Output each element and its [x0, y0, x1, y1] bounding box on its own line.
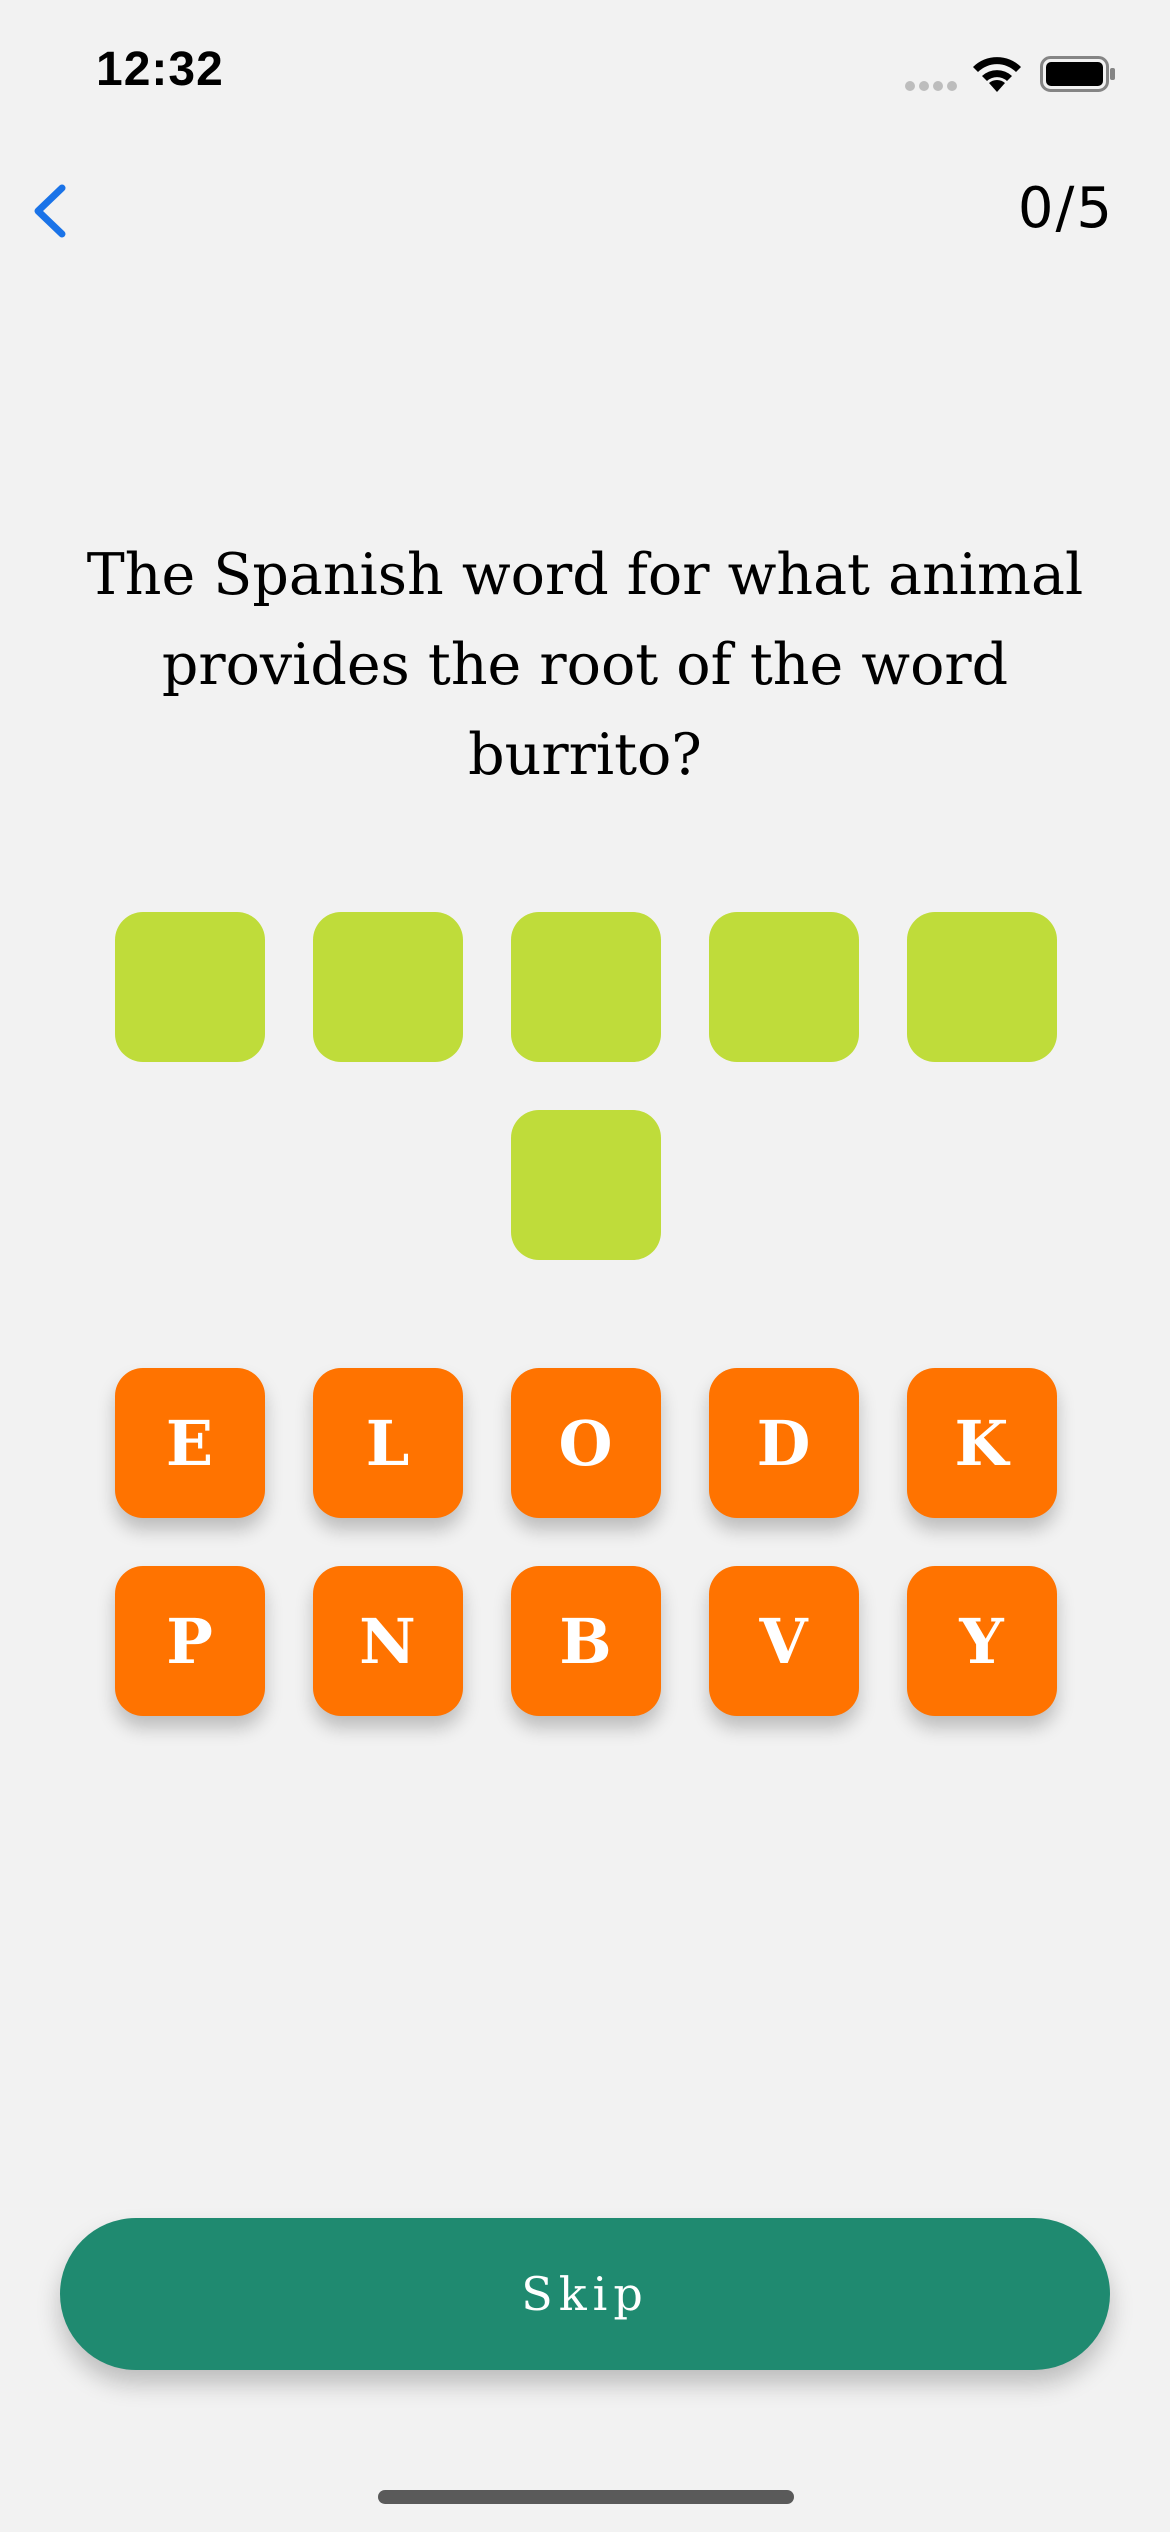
- home-indicator[interactable]: [378, 2490, 794, 2504]
- status-time: 12:32: [96, 43, 224, 96]
- letter-tile-n[interactable]: N: [312, 1566, 463, 1716]
- status-bar: 12:32: [0, 0, 1170, 150]
- letter-tile-d[interactable]: D: [708, 1368, 859, 1518]
- wifi-icon: [973, 57, 1021, 92]
- letter-tile-l[interactable]: L: [312, 1368, 463, 1518]
- letter-tile-b[interactable]: B: [510, 1566, 661, 1716]
- answer-slot[interactable]: [906, 912, 1057, 1062]
- letter-tiles: E L O D K P N B V Y: [114, 1368, 1057, 1716]
- question-text: The Spanish word for what animal provide…: [86, 542, 1084, 788]
- answer-slot[interactable]: [114, 912, 265, 1062]
- nav-bar: 0/5: [0, 150, 1170, 270]
- letter-tile-k[interactable]: K: [906, 1368, 1057, 1518]
- answer-slot[interactable]: [312, 912, 463, 1062]
- chevron-left-icon: [34, 184, 66, 238]
- answer-slots: [114, 912, 1057, 1260]
- back-button[interactable]: [18, 176, 88, 246]
- letter-tile-o[interactable]: O: [510, 1368, 661, 1518]
- letter-tile-y[interactable]: Y: [906, 1566, 1057, 1716]
- progress-counter: 0/5: [1017, 176, 1114, 241]
- battery-icon: [1040, 56, 1115, 92]
- letter-tile-p[interactable]: P: [114, 1566, 265, 1716]
- signal-dots-icon: [905, 81, 957, 91]
- letter-tile-v[interactable]: V: [708, 1566, 859, 1716]
- skip-button[interactable]: Skip: [60, 2218, 1110, 2370]
- answer-slot[interactable]: [510, 912, 661, 1062]
- answer-slot[interactable]: [510, 1110, 661, 1260]
- answer-slot[interactable]: [708, 912, 859, 1062]
- letter-tile-e[interactable]: E: [114, 1368, 265, 1518]
